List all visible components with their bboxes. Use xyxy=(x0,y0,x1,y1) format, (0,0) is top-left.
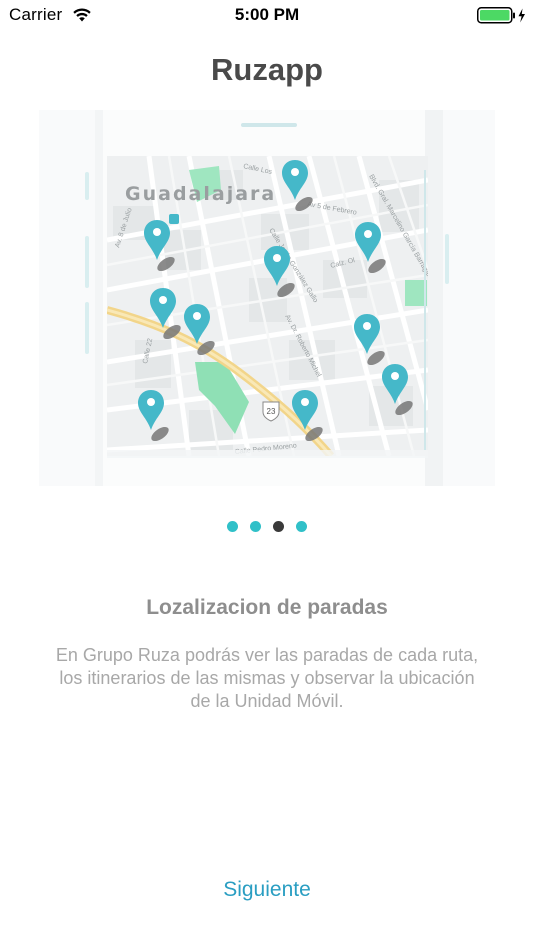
status-bar: Carrier 5:00 PM xyxy=(0,0,534,32)
onboarding-description: En Grupo Ruza podrás ver las paradas de … xyxy=(55,645,479,711)
route-badge-label: 23 xyxy=(267,407,276,416)
battery-charging-icon xyxy=(477,7,525,24)
onboarding-screen: Carrier 5:00 PM Ruzapp 23 Guadalajara Ca… xyxy=(0,0,534,950)
page-dot[interactable] xyxy=(250,521,261,532)
app-title: Ruzapp xyxy=(211,52,323,87)
clock-label: 5:00 PM xyxy=(234,5,300,24)
page-dot-active[interactable] xyxy=(273,521,284,532)
next-button[interactable]: Siguiente xyxy=(167,873,367,907)
onboarding-heading: Lozalizacion de paradas xyxy=(146,596,388,619)
map-phone-illustration: 23 Guadalajara Calle Los Av 5 de Febrero… xyxy=(39,110,495,486)
page-dot[interactable] xyxy=(296,521,307,532)
map-city-label: Guadalajara xyxy=(125,183,276,205)
page-indicator[interactable] xyxy=(0,521,534,532)
page-dot[interactable] xyxy=(227,521,238,532)
